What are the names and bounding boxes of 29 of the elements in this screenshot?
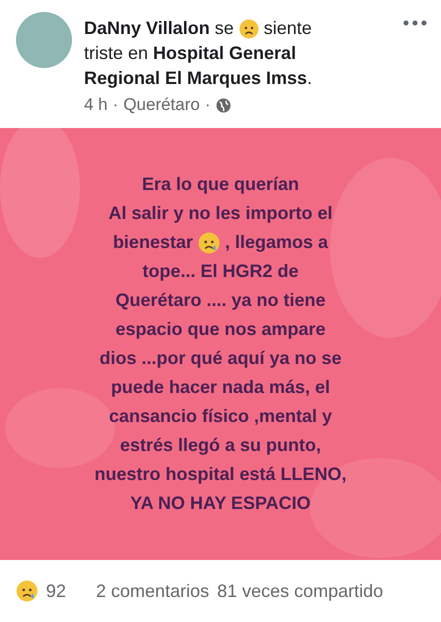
post-message-line: Al salir y no les importo el [108, 202, 333, 225]
more-options-icon[interactable] [403, 20, 427, 26]
post-message-line: Era lo que querían [142, 173, 300, 196]
post-message-line: estrés llegó a su punto, [120, 434, 322, 457]
post-location[interactable]: Querétaro [123, 95, 200, 115]
post-message-line: YA NO HAY ESPACIO [130, 492, 311, 515]
separator-dot: · [112, 95, 118, 115]
shares-count[interactable]: 81 veces compartido [217, 580, 384, 602]
post-message-line: , llegamos a [224, 231, 328, 254]
post-time: 4 h [84, 95, 108, 115]
post-message-line: dios ...por qué aquí ya no se [99, 347, 342, 370]
reaction-count[interactable]: 92 [46, 580, 66, 602]
globe-icon [216, 98, 231, 112]
post-message-line: puede hacer nada más, el [110, 376, 330, 399]
sad-face-icon [238, 18, 259, 38]
comments-count[interactable]: 2 comentarios [96, 580, 210, 602]
post-header-text: Regional El Marques Imss. [84, 67, 312, 90]
separator-dot: · [204, 95, 211, 115]
post-header-text: triste en Hospital General [84, 42, 296, 65]
post-message-line: espacio que nos ampare [115, 318, 326, 341]
post-message-line: tope... El HGR2 de [142, 260, 298, 283]
post-message-line: cansancio físico ,mental y [108, 405, 332, 428]
post-header-text: siente [264, 17, 312, 40]
post-header-text: DaNny Villalon se [84, 17, 234, 40]
post-message-line: nuestro hospital está LLENO, [94, 463, 347, 486]
post-message-line: bienestar [112, 231, 193, 254]
post-message-line: Querétaro .... ya no tiene [115, 289, 326, 312]
sad-reaction-icon [16, 580, 38, 602]
crying-face-icon [198, 232, 220, 254]
